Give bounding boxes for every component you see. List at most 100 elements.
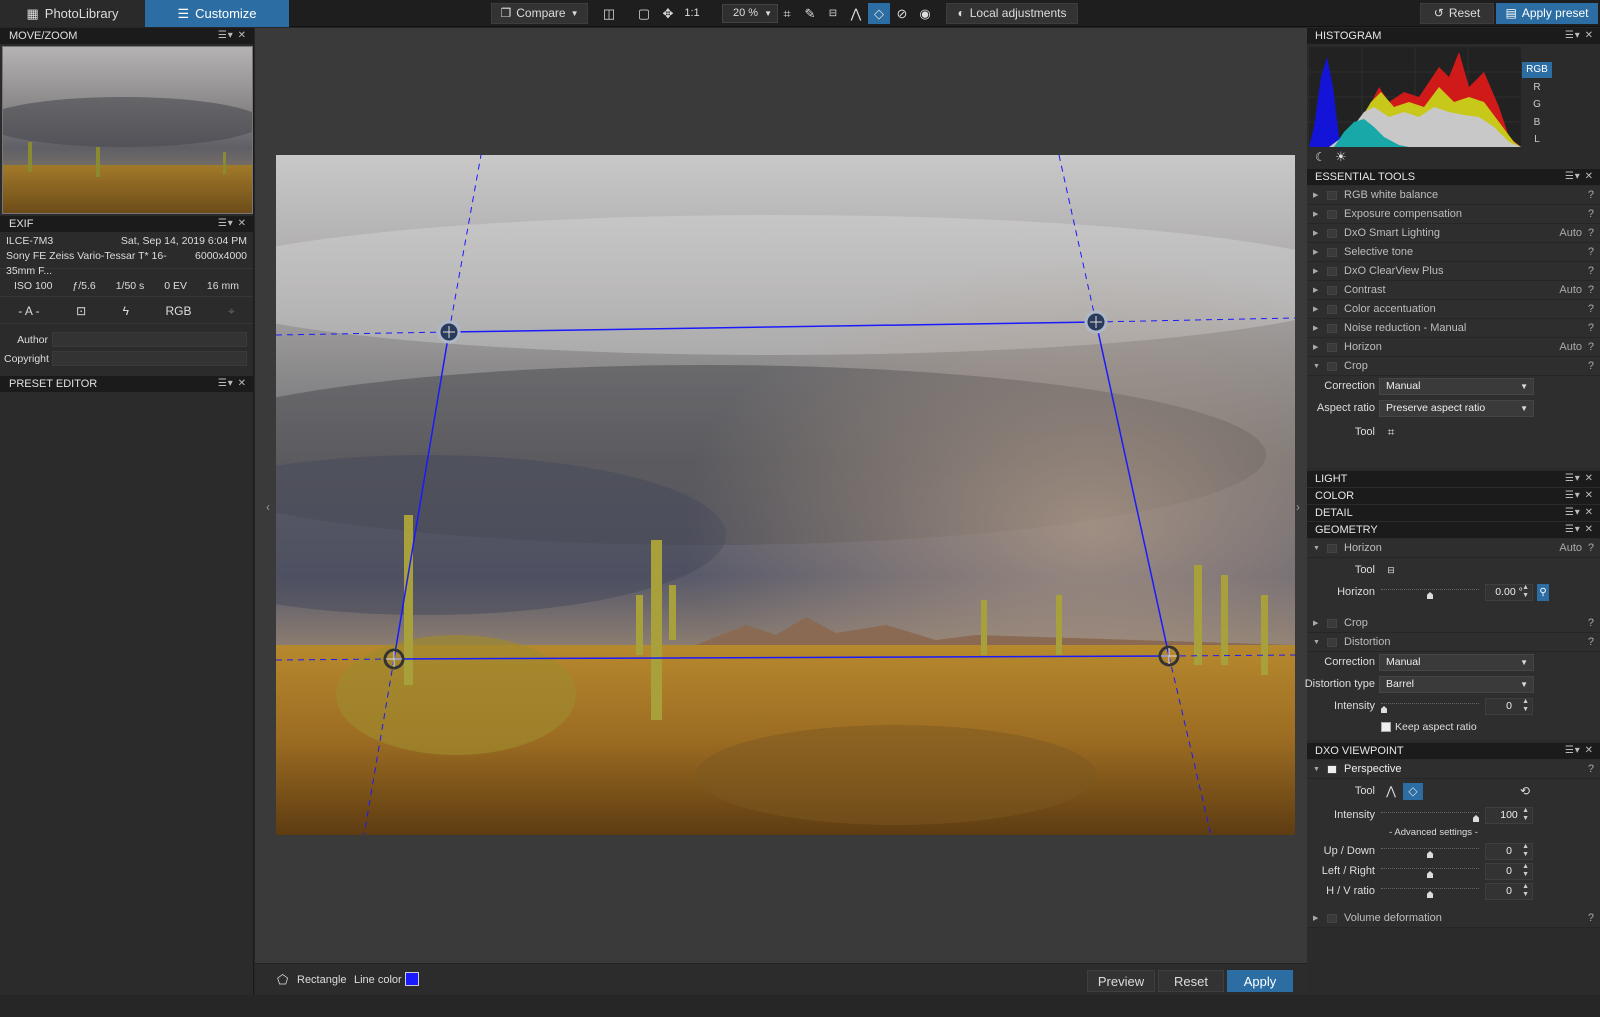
zoom-select[interactable]: 20 % ▼ [722,4,778,23]
dist-correction-dropdown[interactable]: Manual ▼ [1379,654,1534,671]
crop-icon[interactable]: ⌗ [776,3,798,24]
geo-crop-row[interactable]: ▶ Crop ? [1307,614,1600,633]
perspective-guides-overlay[interactable] [276,155,1295,835]
enable-checkbox[interactable] [1327,229,1337,238]
help-icon[interactable]: ? [1588,338,1594,357]
enable-checkbox[interactable] [1327,305,1337,314]
dist-type-dropdown[interactable]: Barrel ▼ [1379,676,1534,693]
perspective-handles[interactable] [383,310,1180,670]
enable-checkbox[interactable] [1327,544,1337,553]
dist-intensity-box[interactable]: 0 ▲ ▼ [1485,698,1533,715]
compare-button[interactable]: ❐ Compare ▼ [491,3,588,24]
help-icon[interactable]: ? [1588,357,1594,376]
updown-box[interactable]: 0 ▲ ▼ [1485,843,1533,860]
split-view-icon[interactable]: ◫ [598,3,620,24]
collapse-left-panel-icon[interactable]: ‹ [266,500,270,514]
spinner-icon[interactable]: ▲ ▼ [1522,883,1529,899]
channel-r[interactable]: R [1522,80,1552,96]
help-icon[interactable]: ? [1588,633,1594,652]
enable-checkbox[interactable] [1327,343,1337,352]
volume-deformation-row[interactable]: ▶ Volume deformation ? [1307,909,1600,928]
updown-slider[interactable] [1381,848,1479,858]
spinner-icon[interactable]: ▲ ▼ [1522,843,1529,859]
spinner-icon[interactable]: ▲ ▼ [1522,584,1529,600]
help-icon[interactable]: ? [1588,539,1594,558]
perspective-row[interactable]: ▼ Perspective ? [1307,760,1600,779]
copyright-field[interactable] [52,351,247,366]
help-icon[interactable]: ? [1588,243,1594,262]
rectangle-mode-label[interactable]: Rectangle [297,974,347,986]
auto-button[interactable]: Auto [1559,281,1582,300]
help-icon[interactable]: ? [1588,319,1594,338]
level-picker-icon[interactable]: ⚲ [1537,584,1549,601]
fit-to-screen-icon[interactable]: ▢ [633,3,655,24]
panel-controls[interactable]: ☰▾ ✕ [1565,522,1594,538]
help-icon[interactable]: ? [1588,205,1594,224]
enable-checkbox[interactable] [1327,286,1337,295]
channel-b[interactable]: B [1522,115,1552,131]
horizon-value-box[interactable]: 0.00 ° ▲ ▼ [1485,584,1533,601]
spinner-icon[interactable]: ▲ ▼ [1522,807,1529,823]
dist-intensity-slider[interactable] [1381,703,1479,713]
auto-button[interactable]: Auto [1559,338,1582,357]
line-color-swatch[interactable] [405,972,419,986]
enable-checkbox[interactable] [1327,765,1337,774]
panel-controls[interactable]: ☰▾ ✕ [218,376,247,392]
tool-row[interactable]: ▶ RGB white balance? [1307,186,1600,205]
enable-checkbox[interactable] [1327,191,1337,200]
keep-aspect-checkbox[interactable] [1381,722,1391,732]
panel-controls[interactable]: ☰▾ ✕ [1565,743,1594,759]
reset-button[interactable]: ↺ Reset [1420,3,1494,24]
channel-g[interactable]: G [1522,97,1552,113]
sun-icon[interactable]: ☀ [1335,149,1347,165]
leftright-slider[interactable] [1381,868,1479,878]
panel-controls[interactable]: ☰▾ ✕ [1565,471,1594,487]
persp-intensity-box[interactable]: 100 ▲ ▼ [1485,807,1533,824]
spinner-icon[interactable]: ▲ ▼ [1522,863,1529,879]
help-icon[interactable]: ? [1588,224,1594,243]
tool-row[interactable]: ▶ Noise reduction - Manual? [1307,319,1600,338]
rectangle-tool-icon[interactable]: ⬠ [277,972,288,988]
eye-icon[interactable]: ◉ [914,3,936,24]
crop-correction-dropdown[interactable]: Manual ▼ [1379,378,1534,395]
main-photo[interactable] [276,155,1295,835]
help-icon[interactable]: ? [1588,760,1594,779]
light-header[interactable]: LIGHT ☰▾ ✕ [1307,471,1600,487]
tool-row[interactable]: ▶ DxO ClearView Plus? [1307,262,1600,281]
leftright-box[interactable]: 0 ▲ ▼ [1485,863,1533,880]
tool-row[interactable]: ▶ Exposure compensation? [1307,205,1600,224]
viewpoint-header[interactable]: DXO VIEWPOINT ☰▾ ✕ [1307,743,1600,759]
tool-row[interactable]: ▶ Color accentuation? [1307,300,1600,319]
help-icon[interactable]: ? [1588,300,1594,319]
help-icon[interactable]: ? [1588,614,1594,633]
detail-header[interactable]: DETAIL ☰▾ ✕ [1307,505,1600,521]
author-field[interactable] [52,332,247,347]
tool-row[interactable]: ▶ Selective tone? [1307,243,1600,262]
auto-button[interactable]: Auto [1559,224,1582,243]
help-icon[interactable]: ? [1588,281,1594,300]
reset-tool-button[interactable]: Reset [1158,970,1224,992]
navigator-thumbnail[interactable] [2,46,253,214]
panel-controls[interactable]: ☰▾ ✕ [1565,488,1594,504]
crop-tool-icon[interactable]: ⌗ [1381,424,1401,441]
zoom-1to1-button[interactable]: 1:1 [680,3,704,24]
help-icon[interactable]: ? [1588,186,1594,205]
panel-controls[interactable]: ☰▾ ✕ [218,216,247,232]
persp-intensity-slider[interactable] [1381,812,1479,822]
apply-button[interactable]: Apply [1227,970,1293,992]
aspect-ratio-dropdown[interactable]: Preserve aspect ratio ▼ [1379,400,1534,417]
tab-customize[interactable]: ☰ Customize [145,0,289,27]
tool-row[interactable]: ▶ Horizon Auto? [1307,338,1600,357]
panel-controls[interactable]: ☰▾ ✕ [1565,169,1594,185]
perspective-lines-icon[interactable]: ⋀ [1381,783,1401,800]
enable-checkbox[interactable] [1327,914,1337,923]
perspective-lines-icon[interactable]: ⋀ [845,3,867,24]
tool-row[interactable]: ▼ Crop? [1307,357,1600,376]
enable-checkbox[interactable] [1327,248,1337,257]
auto-button[interactable]: Auto [1559,539,1582,558]
geo-horizon-row[interactable]: ▼ Horizon Auto ? [1307,539,1600,558]
preview-button[interactable]: Preview [1087,970,1155,992]
enable-checkbox[interactable] [1327,362,1337,371]
tool-row[interactable]: ▶ Contrast Auto? [1307,281,1600,300]
channel-rgb[interactable]: RGB [1522,62,1552,78]
